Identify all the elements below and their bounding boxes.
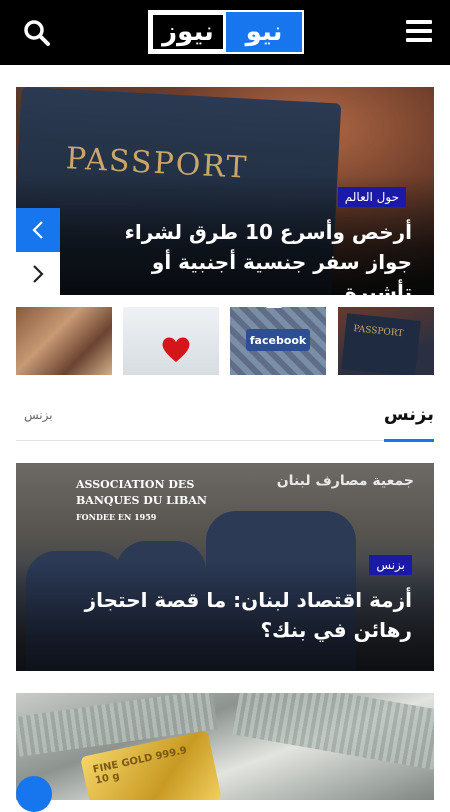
site-logo[interactable]: نيو نيوز: [148, 10, 304, 54]
section-title: بزنس: [383, 404, 434, 425]
floating-action-button[interactable]: [16, 776, 52, 812]
hero-category-badge[interactable]: حول العالم: [337, 187, 406, 207]
article-category-badge[interactable]: بزنس: [369, 555, 412, 575]
section-header: بزنس بزنس: [16, 400, 434, 442]
slider-next-button[interactable]: [16, 252, 60, 296]
thumbnail-1[interactable]: [16, 307, 112, 375]
arabic-sign: جمعية مصارف لبنان: [276, 473, 414, 489]
sign-line-1: ASSOCIATION DES: [76, 478, 195, 491]
search-icon[interactable]: [22, 18, 52, 48]
slider-prev-button[interactable]: [16, 208, 60, 252]
hero-slide[interactable]: PASSPORT حول العالم أرخص وأسرع 10 طرق لش…: [16, 87, 434, 295]
article-title[interactable]: أزمة اقتصاد لبنان: ما قصة احتجاز رهائن ف…: [32, 585, 412, 645]
chevron-left-icon: [32, 221, 43, 239]
logo-part-black: نيوز: [153, 15, 223, 49]
top-bar: نيو نيوز: [0, 0, 450, 65]
section-more-link[interactable]: بزنس: [24, 408, 53, 422]
heart-icon: [162, 337, 190, 362]
thumbnail-3[interactable]: facebook: [230, 307, 326, 375]
banknote-image: [232, 693, 434, 771]
hero-title[interactable]: أرخص وأسرع 10 طرق لشراء جواز سفر جنسية أ…: [82, 217, 412, 295]
slider-thumbnails: facebook PASSPORT: [16, 307, 434, 375]
facebook-label: facebook: [246, 329, 310, 351]
logo-part-blue: نيو: [226, 12, 302, 52]
thumbnail-4[interactable]: PASSPORT: [338, 307, 434, 375]
sign-line-2: BANQUES DU LIBAN: [76, 494, 207, 507]
mini-passport: PASSPORT: [341, 313, 421, 375]
active-thumb-pointer: [266, 300, 282, 308]
article-card[interactable]: ASSOCIATION DES BANQUES DU LIBAN FONDEE …: [16, 463, 434, 671]
hamburger-menu-icon[interactable]: [406, 20, 432, 44]
chevron-right-icon: [33, 265, 44, 283]
article-card[interactable]: FINE GOLD 999.9 10 g: [16, 693, 434, 800]
thumbnail-2[interactable]: [123, 307, 219, 375]
section-underline: [384, 439, 434, 442]
